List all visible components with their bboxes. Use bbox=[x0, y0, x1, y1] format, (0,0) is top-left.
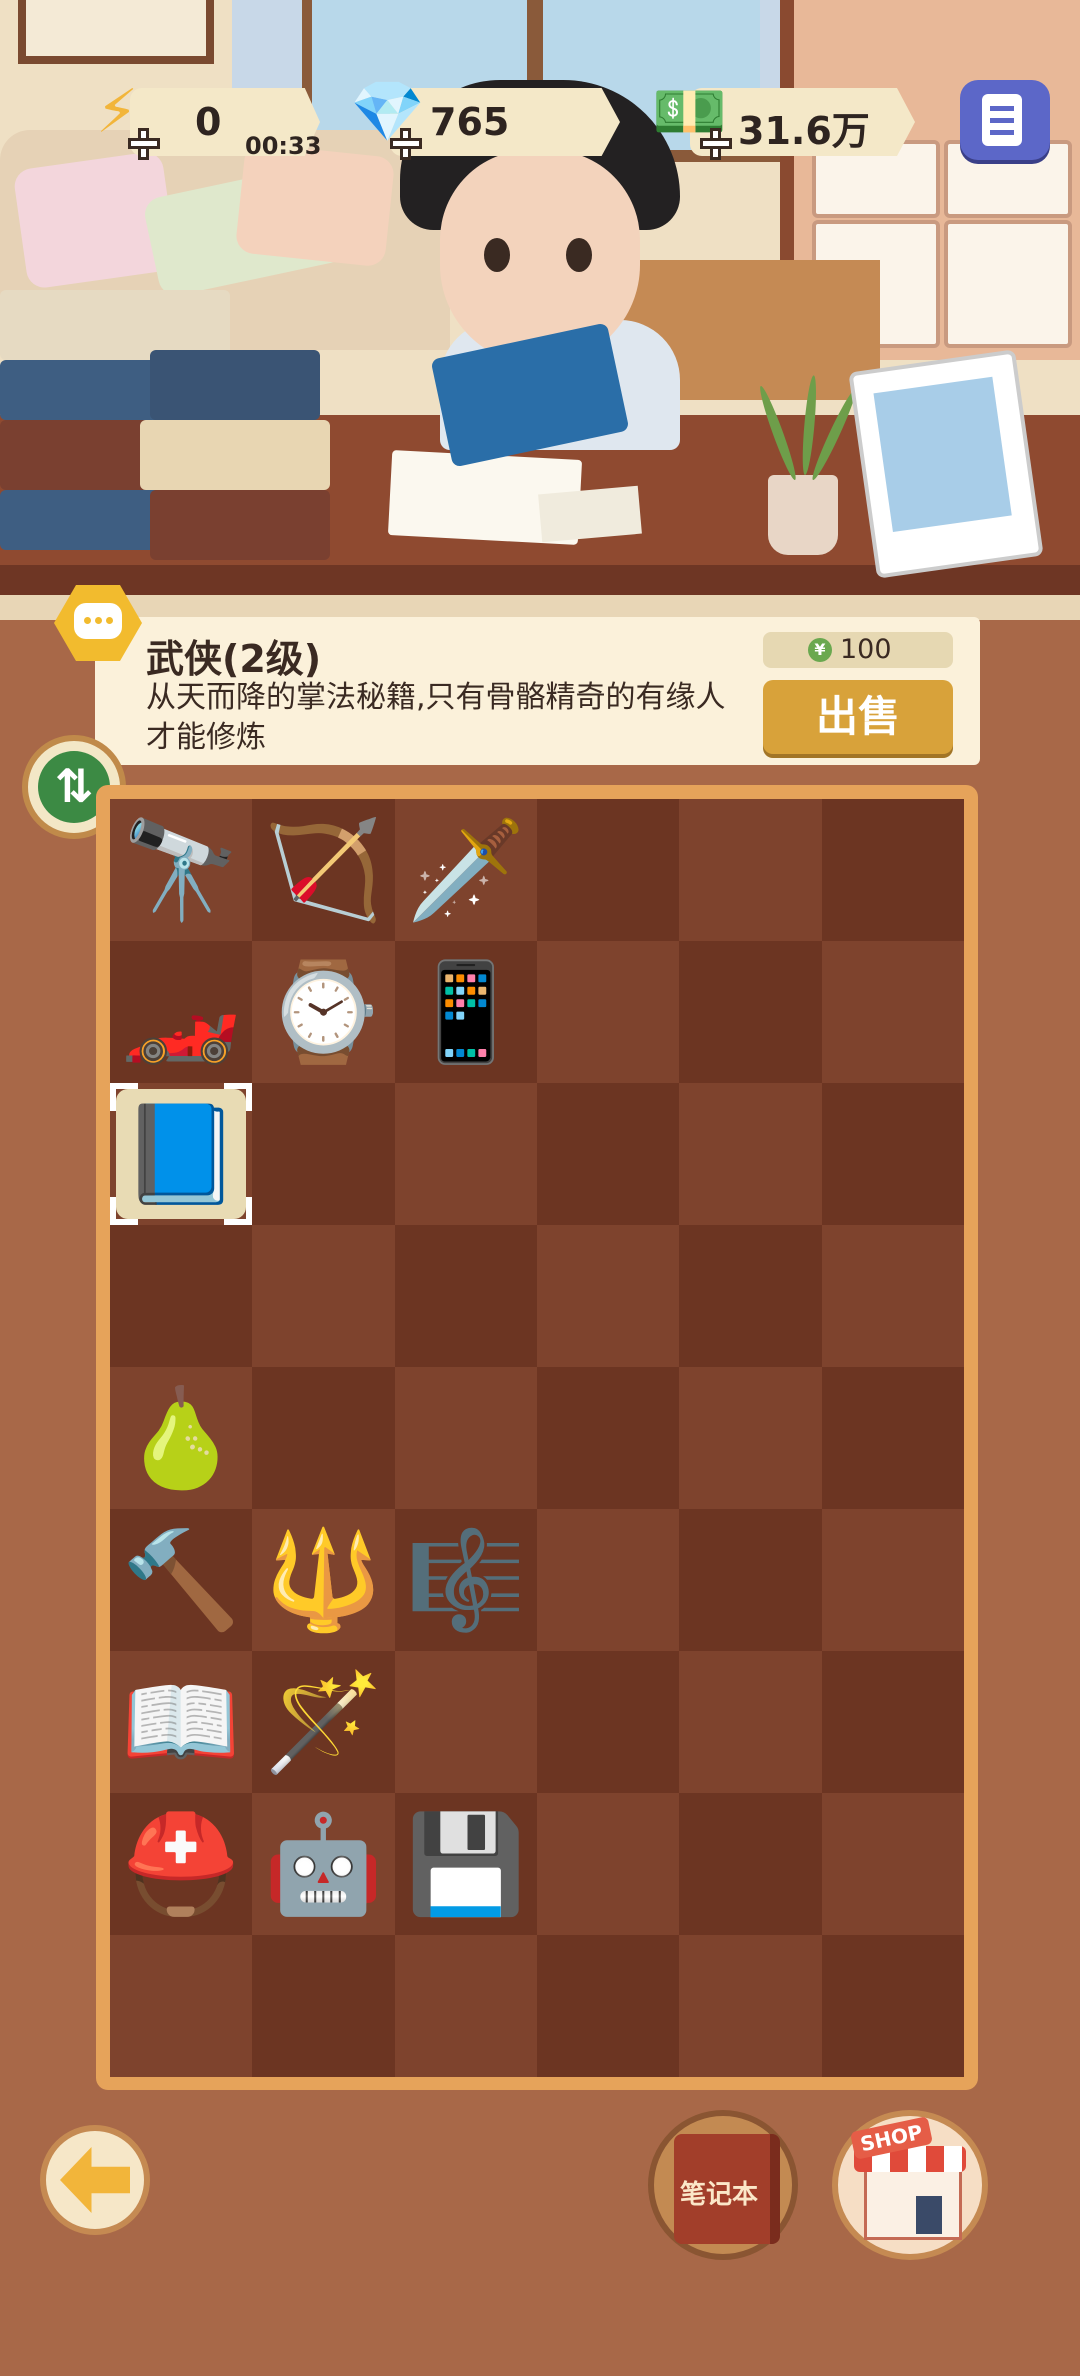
inventory-slot-empty[interactable] bbox=[394, 1225, 537, 1367]
inventory-slot-empty[interactable] bbox=[821, 941, 964, 1083]
inventory-slot-trident[interactable]: 🔱 bbox=[252, 1509, 395, 1651]
inventory-slot-empty[interactable] bbox=[821, 1225, 964, 1367]
trident-icon: 🔱 bbox=[263, 1524, 384, 1636]
inventory-slot-empty[interactable] bbox=[536, 1083, 680, 1225]
inventory-slot-empty[interactable] bbox=[110, 1935, 253, 2077]
add-energy-icon[interactable] bbox=[128, 128, 160, 160]
microchip-icon: 💾 bbox=[406, 1808, 526, 1920]
inventory-slot-empty[interactable] bbox=[679, 1793, 822, 1935]
wristwatch-icon: ⌚ bbox=[263, 956, 384, 1068]
gems-value: 765 bbox=[430, 100, 510, 144]
stormtrooper-helmet-icon: ⛑️ bbox=[121, 1808, 241, 1920]
cash-value: 31.6万 bbox=[738, 109, 870, 153]
inventory-slot-empty[interactable] bbox=[821, 1367, 964, 1509]
inventory-slot-empty[interactable] bbox=[821, 1509, 964, 1651]
magic-book-icon: 📖 bbox=[121, 1666, 241, 1778]
inventory-slot-empty[interactable] bbox=[679, 941, 822, 1083]
inventory-slot-empty[interactable] bbox=[821, 1083, 964, 1225]
pillow bbox=[234, 142, 396, 268]
bow-icon: 🏹 bbox=[263, 814, 384, 926]
notes-icon bbox=[982, 94, 1022, 146]
sword-icon: 🗡️ bbox=[406, 814, 526, 926]
add-cash-icon[interactable] bbox=[700, 128, 732, 160]
inventory-slot-empty[interactable] bbox=[252, 1935, 395, 2077]
cannon-icon: 🔭 bbox=[121, 814, 241, 926]
inventory-slot-empty[interactable] bbox=[536, 1509, 680, 1651]
inventory-slot-empty[interactable] bbox=[252, 1225, 395, 1367]
inventory-slot-empty[interactable] bbox=[821, 1935, 964, 2077]
inventory-slot-empty[interactable] bbox=[536, 1225, 680, 1367]
inventory-slot-empty[interactable] bbox=[394, 1651, 537, 1793]
inventory-slot-empty[interactable] bbox=[536, 1367, 680, 1509]
inventory-slot-cell-phone[interactable]: 📱 bbox=[394, 941, 537, 1083]
inventory-slot-empty[interactable] bbox=[679, 1225, 822, 1367]
inventory-slot-empty[interactable] bbox=[536, 1935, 680, 2077]
energy-value: 0 bbox=[195, 100, 222, 144]
item-title: 武侠(2级) bbox=[146, 637, 322, 681]
inventory-slot-empty[interactable] bbox=[679, 799, 822, 941]
energy-timer: 00:33 bbox=[245, 132, 322, 160]
inventory-slot-empty[interactable] bbox=[679, 1367, 822, 1509]
desk-calendar bbox=[848, 349, 1044, 579]
inventory-slot-empty[interactable] bbox=[536, 1651, 680, 1793]
sell-button[interactable]: 出售 bbox=[763, 680, 953, 754]
inventory-slot-empty[interactable] bbox=[821, 1793, 964, 1935]
back-arrow-icon bbox=[60, 2147, 130, 2213]
character-head bbox=[440, 150, 640, 365]
inventory-slot-empty[interactable] bbox=[821, 799, 964, 941]
gourd-icon: 🍐 bbox=[121, 1382, 241, 1494]
inventory-slot-empty[interactable] bbox=[536, 1793, 680, 1935]
lyre-icon: 🎼 bbox=[406, 1524, 526, 1636]
inventory-grid: 🔭 🏹 🗡️ 🏎️ ⌚ 📱 📘 🍐 🔨 🔱 🎼 📖 🪄 ⛑️ 🤖 💾 bbox=[110, 799, 964, 2077]
inventory-slot-robot[interactable]: 🤖 bbox=[252, 1793, 395, 1935]
inventory-slot-empty[interactable] bbox=[536, 941, 680, 1083]
notebook-button[interactable]: 笔记本 bbox=[648, 2110, 798, 2260]
inventory-slot-empty[interactable] bbox=[394, 1367, 537, 1509]
book-stack bbox=[150, 350, 320, 420]
paper-sheet bbox=[538, 485, 642, 543]
inventory-slot-empty[interactable] bbox=[536, 799, 680, 941]
inventory-slot-empty[interactable] bbox=[252, 1083, 395, 1225]
inventory-slot-martial-arts-manual[interactable]: 📘 bbox=[110, 1083, 253, 1225]
inventory-slot-sword[interactable]: 🗡️ bbox=[394, 799, 537, 941]
robot-icon: 🤖 bbox=[263, 1808, 384, 1920]
item-description: 从天而降的掌法秘籍,只有骨骼精奇的有缘人才能修炼 bbox=[146, 680, 726, 755]
inventory-slot-empty[interactable] bbox=[679, 1935, 822, 2077]
inventory-slot-stormtrooper-helmet[interactable]: ⛑️ bbox=[110, 1793, 253, 1935]
shop-button[interactable]: SHOP bbox=[832, 2110, 988, 2260]
inventory-slot-magic-staff[interactable]: 🪄 bbox=[252, 1651, 395, 1793]
inventory-slot-empty[interactable] bbox=[252, 1367, 395, 1509]
notebook-label: 笔记本 bbox=[680, 2180, 759, 2210]
inventory-slot-bow[interactable]: 🏹 bbox=[252, 799, 395, 941]
sports-car-icon: 🏎️ bbox=[121, 956, 241, 1068]
inventory-slot-lyre[interactable]: 🎼 bbox=[394, 1509, 537, 1651]
inventory-slot-empty[interactable] bbox=[110, 1225, 253, 1367]
notes-button[interactable] bbox=[960, 80, 1050, 160]
back-button[interactable] bbox=[40, 2125, 150, 2235]
add-gems-icon[interactable] bbox=[390, 128, 422, 160]
inventory-slot-hammer[interactable]: 🔨 bbox=[110, 1509, 253, 1651]
hammer-icon: 🔨 bbox=[121, 1524, 241, 1636]
inventory-slot-gourd[interactable]: 🍐 bbox=[110, 1367, 253, 1509]
potted-plant bbox=[768, 475, 838, 555]
coin-icon: ¥ bbox=[808, 638, 832, 662]
cell-phone-icon: 📱 bbox=[406, 956, 526, 1068]
martial-arts-manual-icon: 📘 bbox=[121, 1098, 241, 1210]
inventory-slot-sports-car[interactable]: 🏎️ bbox=[110, 941, 253, 1083]
book-stack bbox=[150, 490, 330, 560]
inventory-slot-empty[interactable] bbox=[394, 1083, 537, 1225]
inventory-slot-wristwatch[interactable]: ⌚ bbox=[252, 941, 395, 1083]
inventory-slot-empty[interactable] bbox=[679, 1083, 822, 1225]
wall-frame bbox=[18, 0, 214, 64]
book-stack bbox=[140, 420, 330, 490]
sell-price: 100 bbox=[840, 634, 892, 665]
inventory-slot-microchip[interactable]: 💾 bbox=[394, 1793, 537, 1935]
magic-staff-icon: 🪄 bbox=[263, 1666, 384, 1778]
inventory-slot-magic-book[interactable]: 📖 bbox=[110, 1651, 253, 1793]
inventory-slot-empty[interactable] bbox=[821, 1651, 964, 1793]
inventory-slot-empty[interactable] bbox=[394, 1935, 537, 2077]
inventory-slot-empty[interactable] bbox=[679, 1651, 822, 1793]
inventory-slot-cannon[interactable]: 🔭 bbox=[110, 799, 253, 941]
inventory-slot-empty[interactable] bbox=[679, 1509, 822, 1651]
